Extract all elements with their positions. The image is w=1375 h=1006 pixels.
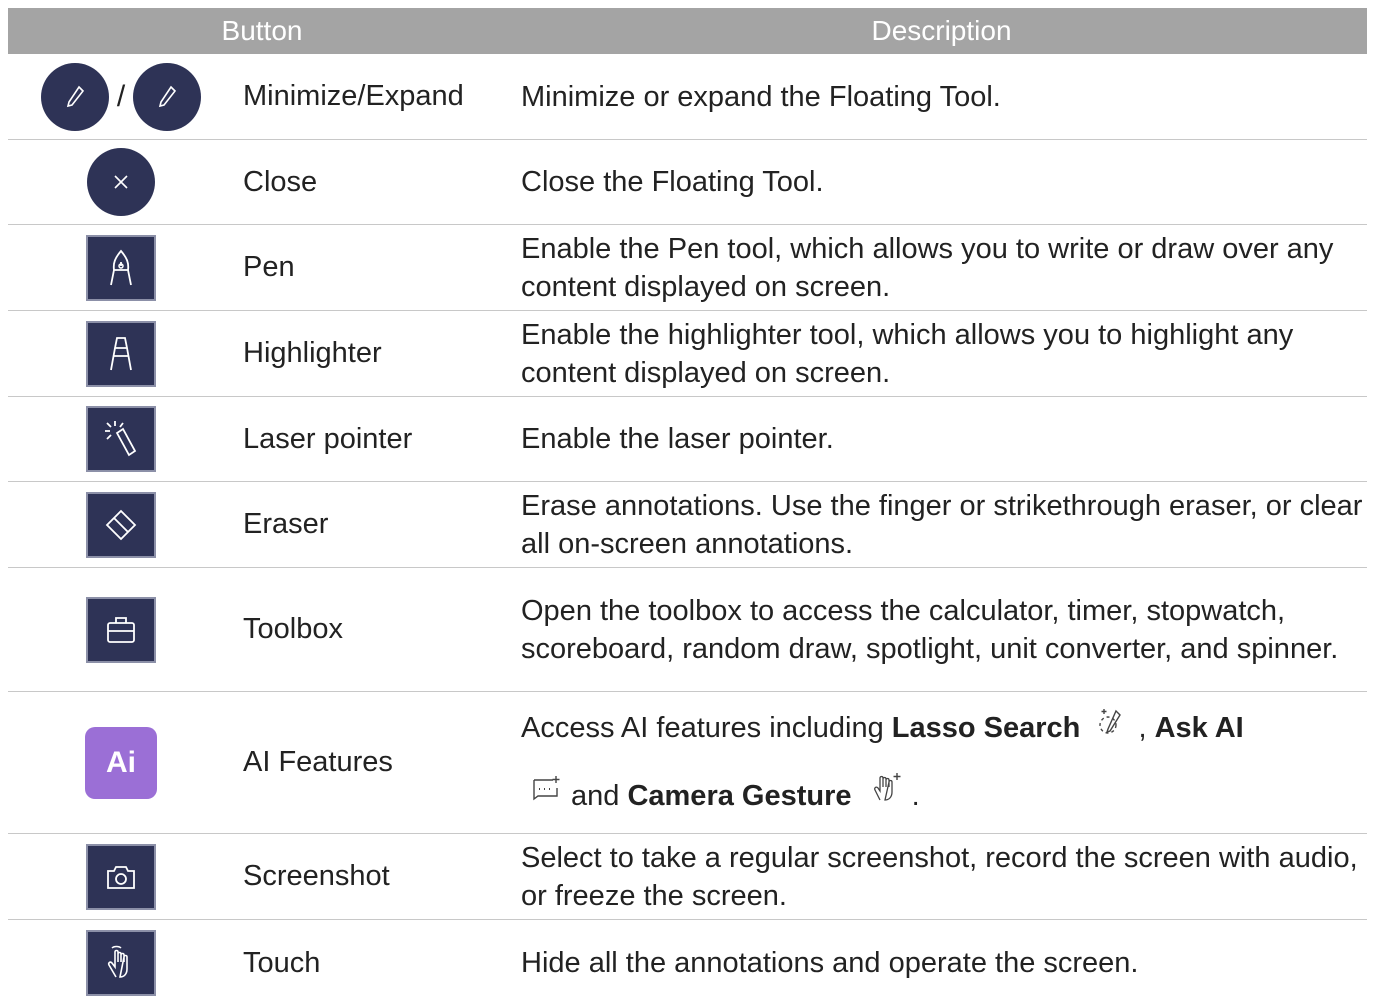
icon-cell bbox=[8, 596, 234, 663]
button-name: Toolbox bbox=[243, 613, 343, 645]
table-row: Touch Hide all the annotations and opera… bbox=[8, 920, 1367, 1006]
pen-nib-icon bbox=[86, 234, 156, 301]
button-description: Enable the highlighter tool, which allow… bbox=[521, 318, 1294, 389]
lasso-search-label: Lasso Search bbox=[891, 712, 1081, 745]
icon-cell bbox=[8, 234, 234, 301]
button-description: Open the toolbox to access the calculato… bbox=[521, 594, 1339, 665]
button-description: Erase annotations. Use the finger or str… bbox=[521, 489, 1363, 560]
toolbox-icon bbox=[86, 596, 156, 663]
highlighter-icon bbox=[86, 320, 156, 387]
button-name: Screenshot bbox=[243, 860, 390, 892]
ai-desc-end: . bbox=[911, 779, 920, 812]
expand-pen-icon bbox=[133, 62, 202, 131]
camera-icon bbox=[86, 843, 156, 910]
button-table: Button Description / Minimize/Expand Min… bbox=[8, 8, 1367, 1006]
camera-gesture-label: Camera Gesture bbox=[627, 779, 852, 812]
button-description: Access AI features including Lasso Searc… bbox=[514, 695, 1367, 830]
icon-cell bbox=[8, 406, 234, 472]
button-description: Enable the laser pointer. bbox=[521, 423, 834, 455]
button-name: Highlighter bbox=[243, 337, 382, 369]
table-row: Toolbox Open the toolbox to access the c… bbox=[8, 568, 1367, 692]
laser-pointer-icon bbox=[86, 406, 156, 472]
button-name: Minimize/Expand bbox=[243, 80, 464, 112]
table-row: Eraser Erase annotations. Use the finger… bbox=[8, 482, 1367, 568]
button-description: Close the Floating Tool. bbox=[521, 166, 824, 198]
table-row: Laser pointer Enable the laser pointer. bbox=[8, 397, 1367, 482]
icon-cell bbox=[8, 491, 234, 558]
table-row: Screenshot Select to take a regular scre… bbox=[8, 834, 1367, 920]
button-name: Eraser bbox=[243, 508, 329, 540]
table-row: Pen Enable the Pen tool, which allows yo… bbox=[8, 225, 1367, 311]
ask-ai-icon bbox=[529, 764, 563, 830]
button-description: Minimize or expand the Floating Tool. bbox=[521, 80, 1001, 113]
table-row: Ai AI Features Access AI features includ… bbox=[8, 692, 1367, 834]
icon-cell: / bbox=[8, 62, 234, 131]
button-description: Select to take a regular screenshot, rec… bbox=[521, 841, 1358, 912]
button-name: Laser pointer bbox=[243, 422, 413, 455]
icon-cell bbox=[8, 148, 234, 216]
table-row: / Minimize/Expand Minimize or expand the… bbox=[8, 54, 1367, 140]
table-row: Highlighter Enable the highlighter tool,… bbox=[8, 311, 1367, 397]
camera-gesture-icon bbox=[868, 764, 904, 830]
ask-ai-label: Ask AI bbox=[1154, 712, 1244, 745]
table-row: Close Close the Floating Tool. bbox=[8, 140, 1367, 225]
icon-cell bbox=[8, 930, 234, 996]
ai-features-icon: Ai bbox=[85, 726, 157, 799]
button-name: Pen bbox=[243, 251, 295, 283]
ai-icon-label: Ai bbox=[106, 745, 136, 779]
button-name: Touch bbox=[243, 946, 321, 979]
icon-cell: Ai bbox=[8, 726, 234, 799]
button-description: Hide all the annotations and operate the… bbox=[521, 947, 1139, 979]
close-icon bbox=[87, 148, 155, 216]
button-name: Close bbox=[243, 165, 318, 198]
header-button: Button bbox=[221, 15, 303, 46]
ai-desc-and: and bbox=[571, 779, 620, 812]
eraser-icon bbox=[86, 491, 156, 558]
ai-desc-text: Access AI features including bbox=[521, 712, 892, 745]
lasso-search-icon bbox=[1096, 697, 1130, 763]
header-description: Description bbox=[871, 15, 1012, 46]
button-description: Enable the Pen tool, which allows you to… bbox=[521, 232, 1334, 303]
button-name: AI Features bbox=[243, 746, 393, 778]
table-header: Button Description bbox=[8, 8, 1367, 54]
icon-cell bbox=[8, 843, 234, 910]
ai-desc-sep: , bbox=[1138, 712, 1147, 745]
icon-cell bbox=[8, 320, 234, 387]
touch-hand-icon bbox=[86, 930, 156, 996]
separator: / bbox=[116, 79, 126, 113]
minimize-pen-icon bbox=[40, 62, 109, 131]
